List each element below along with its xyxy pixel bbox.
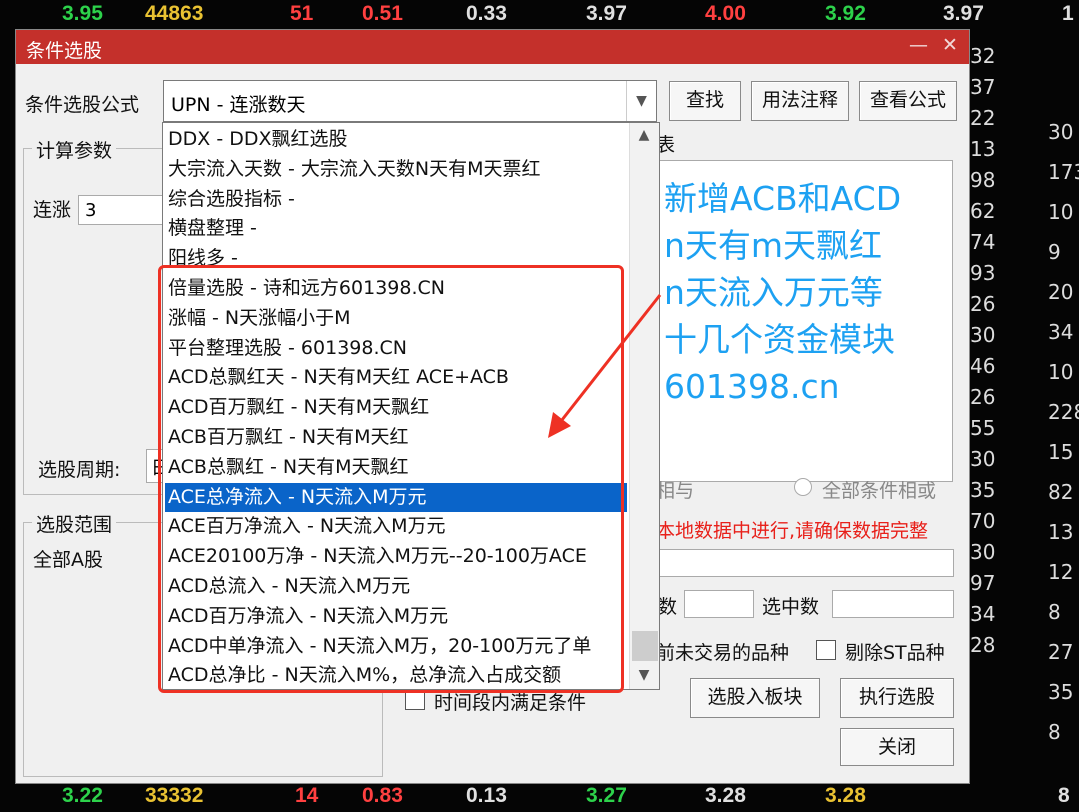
arrow-shaft — [556, 294, 662, 426]
annotation-arrow — [548, 294, 662, 438]
arrow-head — [548, 412, 571, 438]
